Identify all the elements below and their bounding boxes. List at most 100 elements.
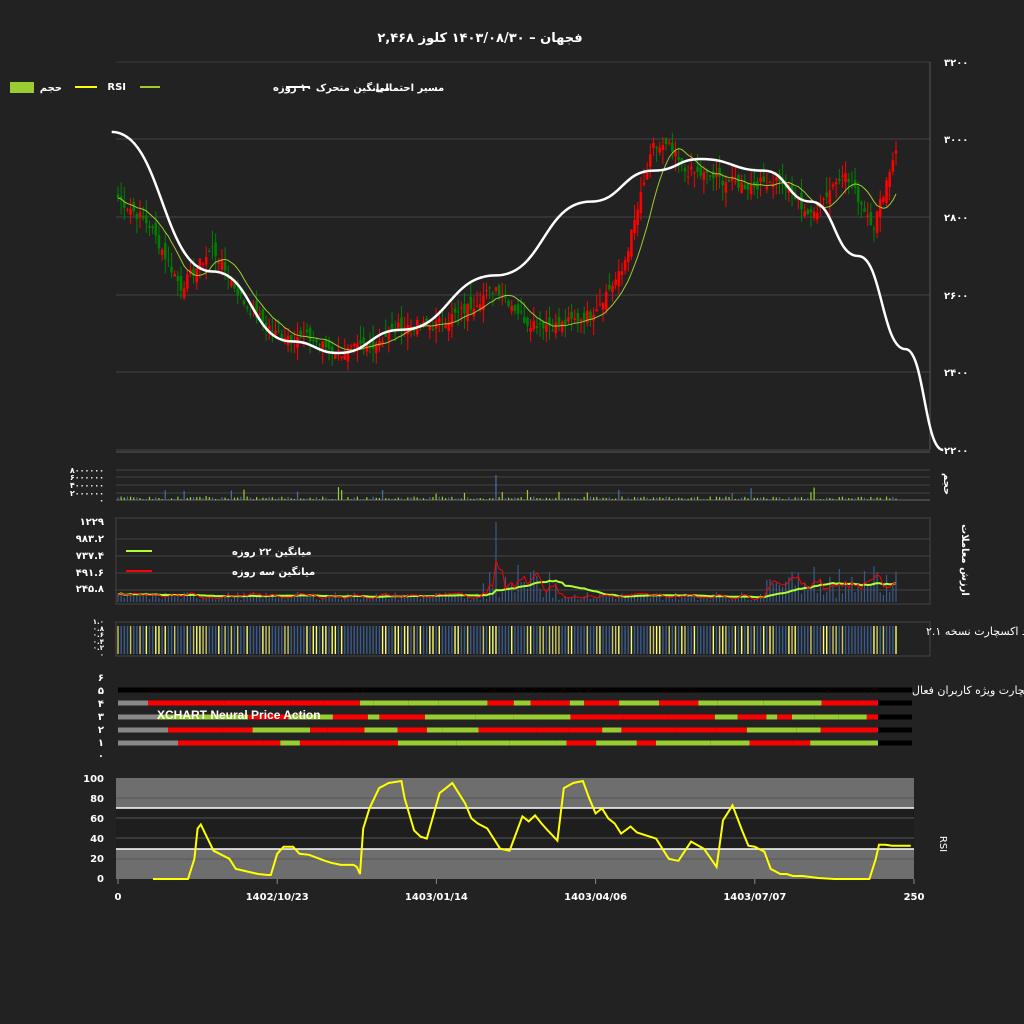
volume-bar [574,498,576,500]
value-bar [750,599,752,602]
volume-axis-label: حجم [941,473,952,495]
smart-money-bar [457,626,459,654]
candle-body [526,317,529,326]
price-tick-2400: ۲۴۰۰ [944,368,968,379]
volume-bar [208,497,210,500]
smart-money-bar [539,626,541,654]
value-bar [227,592,229,602]
ai-panel: ۶ ۵ ۴ ۳ ۲ ۱ ۰ هوش مصنوعی اکسچارت ویژه کا… [98,673,1024,762]
candle-body [283,337,287,340]
volume-bar [867,499,869,500]
value-bar [539,588,541,602]
rsi-tick-80: 80 [90,794,104,805]
volume-bar [215,498,217,500]
smart-money-bar [873,626,875,654]
volume-bar [306,498,308,500]
smart-money-bar [665,626,667,654]
volume-bar [353,497,355,500]
candle-body [724,182,728,193]
rsi-axis-label: RSI [937,836,948,852]
price-tick-2600: ۲۶۰۰ [944,291,968,302]
smart-money-bar [605,626,607,654]
value-bar [419,598,421,602]
volume-bar [196,497,198,500]
ai-title: هوش مصنوعی اکسچارت ویژه کاربران فعال [912,684,1024,697]
smart-money-bar [189,626,192,654]
smart-money-bar [586,626,589,654]
volume-bar [778,497,781,500]
volume-bar [126,496,129,500]
candle-body [340,356,343,358]
rsi-tick-40: 40 [90,834,104,845]
value-bar [621,593,623,602]
candle-body [362,337,365,344]
smart-money-bar [400,626,403,654]
candle-body [645,172,649,180]
volume-bar [117,497,119,500]
smart-money-bar [312,626,314,654]
value-bar [328,597,330,602]
candle-body [696,166,699,172]
smart-money-bar [851,626,853,654]
candle-body [170,266,173,273]
volume-bar [615,498,617,500]
volume-bar [278,497,280,500]
volume-bar [243,489,245,500]
smart-money-bar [183,626,185,654]
candle-body [510,306,513,312]
candle-body [762,176,765,183]
candle-body [504,296,507,298]
volume-bar [640,497,642,500]
candle-body [160,249,164,255]
smart-money-bar [794,626,796,654]
volume-bar [552,498,554,500]
value-bar [857,585,859,602]
smart-money-bar [596,626,598,654]
smart-money-bar [819,626,822,654]
value-bar [832,585,834,602]
smart-money-bar [416,626,418,654]
smart-money-bar [359,626,362,654]
volume-bar [133,497,135,500]
volume-bar [454,499,456,500]
candle-body [860,202,863,205]
candle-body [475,305,479,307]
candle-body [639,192,643,213]
value-bar [230,599,232,602]
candle-body [885,180,888,204]
smart-money-bar [224,626,226,654]
value-bar [709,599,711,602]
volume-bar [378,498,381,500]
volume-bar [416,497,418,500]
candle-body [359,340,362,344]
smart-money-bar [520,626,522,654]
value-bar [274,597,277,602]
volume-bar [240,496,242,500]
smart-money-bar [142,626,144,654]
candle-body [312,339,315,342]
smart-money-bar [221,626,223,654]
smart-money-bar [860,626,863,654]
candle-body [469,296,473,310]
ai-tick-4: ۴ [98,699,104,710]
volume-bar [410,497,412,500]
rsi-panel: 100 80 60 40 20 0 RSI 0 1402/10/23 1403/01… [83,774,948,903]
value-bar [520,582,522,602]
candle-body [535,326,539,328]
volume-bar [221,497,223,500]
volume-bar [136,497,138,500]
value-bar [473,598,475,602]
value-bar [637,593,639,602]
smart-money-bar [394,626,396,654]
value-bar [375,593,377,602]
candle-body [163,243,167,260]
value-bar [822,594,825,602]
candle-body [381,340,384,343]
value-bar [848,588,850,602]
volume-bar [734,498,736,500]
smart-money-bar [561,626,563,654]
smart-money-bar [353,626,355,654]
value-bar [498,597,500,602]
volume-bar [860,496,862,500]
smart-money-bar [574,626,576,654]
